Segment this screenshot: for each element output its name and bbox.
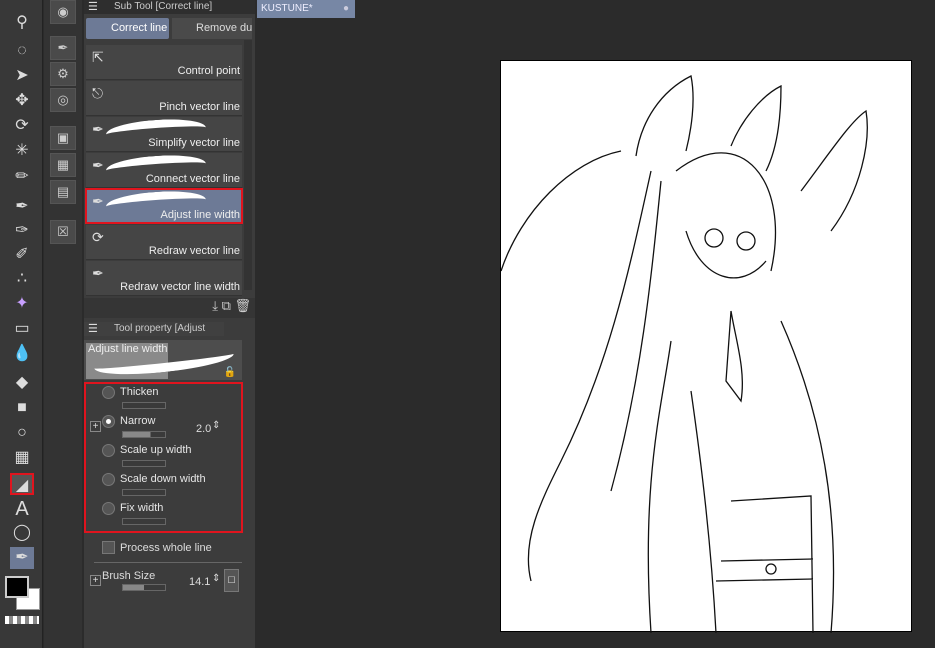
correct-line-group-icon[interactable]: ◉ bbox=[50, 0, 76, 24]
move-icon[interactable]: ✥ bbox=[10, 90, 34, 112]
pencil-icon[interactable]: ✑ bbox=[10, 220, 34, 242]
drawing-canvas[interactable] bbox=[500, 60, 912, 634]
subtool-simplify-vector-line[interactable]: ✒ Simplify vector line bbox=[86, 116, 242, 152]
expand-icon[interactable]: + bbox=[90, 575, 101, 586]
film-icon[interactable]: ▤ bbox=[50, 180, 76, 204]
scale-down-slider bbox=[122, 489, 166, 496]
redraw-width-icon: ✒ bbox=[92, 265, 104, 281]
menu-icon[interactable]: ☰ bbox=[88, 0, 98, 13]
brush-size-slider[interactable] bbox=[122, 584, 166, 591]
brush-icon[interactable]: ✐ bbox=[10, 244, 34, 266]
eraser-icon[interactable]: ▭ bbox=[10, 318, 34, 340]
balloon-icon[interactable]: ◯ bbox=[10, 522, 34, 544]
brush-size-label: Brush Size bbox=[102, 570, 156, 582]
correct-line-icon[interactable]: ◢ bbox=[10, 473, 34, 495]
subtool-panel: Sub Tool [Correct line] ☰ Correct line R… bbox=[84, 0, 255, 648]
subtool-pinch-vector-line[interactable]: ⎋ Pinch vector line bbox=[86, 81, 242, 116]
radio-fix-width[interactable] bbox=[102, 502, 115, 515]
duplicate-icon[interactable]: ⧉ bbox=[222, 298, 231, 313]
select-icon[interactable]: ◌ bbox=[10, 40, 34, 62]
stepper-icon[interactable]: ⇕ bbox=[212, 573, 220, 584]
control-point-icon: ⇱ bbox=[92, 49, 104, 65]
brush-icon: ✒ bbox=[92, 157, 104, 173]
grid-icon[interactable]: ▦ bbox=[50, 153, 76, 177]
menu-icon[interactable]: ☰ bbox=[88, 322, 98, 335]
foreground-color-swatch[interactable] bbox=[5, 576, 29, 598]
subtool-group-column: ◉ ✒ ⚙ ◎ ▣ ▦ ▤ ☒ bbox=[44, 0, 82, 648]
subtool-redraw-vector-line-width[interactable]: ✒ Redraw vector line width bbox=[86, 261, 242, 296]
document-tab[interactable]: KUSTUNE* ● bbox=[257, 0, 355, 18]
scale-up-slider bbox=[122, 460, 166, 467]
figure-icon[interactable]: ○ bbox=[10, 422, 34, 444]
thicken-slider bbox=[122, 402, 166, 409]
scrollbar[interactable] bbox=[244, 40, 252, 290]
subtool-footer: ⤓ ⧉ 🗑 bbox=[84, 298, 255, 318]
object-icon[interactable]: ➤ bbox=[10, 65, 34, 87]
radio-scale-down-width[interactable] bbox=[102, 473, 115, 486]
layer-icon[interactable]: ▣ bbox=[50, 126, 76, 150]
close-frame-icon[interactable]: ☒ bbox=[50, 220, 76, 244]
lasso-icon[interactable]: ⟳ bbox=[10, 115, 34, 137]
divider bbox=[94, 562, 242, 563]
close-tab-icon[interactable]: ● bbox=[343, 0, 349, 18]
group-remove-dust[interactable]: Remove du bbox=[172, 18, 252, 39]
subtool-header: Sub Tool [Correct line] bbox=[84, 0, 255, 14]
redraw-icon: ⟳ bbox=[92, 229, 104, 245]
radio-thicken[interactable] bbox=[102, 386, 115, 399]
subtool-redraw-vector-line[interactable]: ⟳ Redraw vector line bbox=[86, 225, 242, 260]
lock-icon[interactable]: 🔓 bbox=[224, 367, 236, 378]
pressure-button[interactable]: ☐ bbox=[224, 569, 239, 592]
eyedropper-icon[interactable]: ✏ bbox=[10, 166, 34, 188]
vector-group-icon[interactable]: ✒ bbox=[50, 36, 76, 60]
pinch-icon: ⎋ bbox=[92, 85, 104, 101]
transparent-color-swatch[interactable] bbox=[5, 616, 39, 624]
airbrush-icon[interactable]: ∴ bbox=[10, 268, 34, 290]
process-whole-line-checkbox[interactable] bbox=[102, 541, 115, 554]
stepper-icon[interactable]: ⇕ bbox=[212, 420, 220, 431]
ruler-group-icon[interactable]: ⚙ bbox=[50, 62, 76, 86]
blend-icon[interactable]: 💧 bbox=[10, 343, 34, 365]
frame-icon[interactable]: ▦ bbox=[10, 447, 34, 469]
fix-width-slider bbox=[122, 518, 166, 525]
tool-property-header: Tool property [Adjust bbox=[84, 322, 224, 336]
gradient-icon[interactable]: ■ bbox=[10, 397, 34, 419]
highlight-box bbox=[85, 188, 243, 224]
trash-icon[interactable]: 🗑 bbox=[234, 298, 251, 313]
current-subtool-icon[interactable]: ✒ bbox=[10, 547, 34, 569]
pen-icon[interactable]: ✒ bbox=[10, 196, 34, 218]
radio-scale-up-width[interactable] bbox=[102, 444, 115, 457]
narrow-slider[interactable] bbox=[122, 431, 166, 438]
text-icon[interactable]: A bbox=[10, 498, 34, 520]
tone-group-icon[interactable]: ◎ bbox=[50, 88, 76, 112]
tool-palette: ⚲ ◌ ➤ ✥ ⟳ ✳ ✏ ✒ ✑ ✐ ∴ ✦ ▭ 💧 ◆ ■ ○ ▦ ◢ A … bbox=[0, 0, 43, 648]
subtool-control-point[interactable]: ⇱ Control point bbox=[86, 45, 242, 80]
tool-preview: Adjust line width 🔓 bbox=[84, 340, 242, 380]
download-icon[interactable]: ⤓ bbox=[212, 298, 218, 313]
zoom-icon[interactable]: ⚲ bbox=[10, 12, 34, 34]
brush-icon: ✒ bbox=[92, 121, 104, 137]
expand-icon[interactable]: + bbox=[90, 421, 101, 432]
narrow-value[interactable]: 2.0 bbox=[196, 423, 211, 435]
fill-icon[interactable]: ◆ bbox=[10, 372, 34, 394]
decoration-icon[interactable]: ✦ bbox=[10, 293, 34, 315]
magic-wand-icon[interactable]: ✳ bbox=[10, 140, 34, 162]
line-art bbox=[500, 75, 868, 634]
process-whole-line-label: Process whole line bbox=[120, 542, 212, 554]
radio-narrow[interactable] bbox=[102, 415, 115, 428]
brush-size-value[interactable]: 14.1 bbox=[189, 576, 210, 588]
subtool-connect-vector-line[interactable]: ✒ Connect vector line bbox=[86, 152, 242, 188]
group-correct-line[interactable]: Correct line bbox=[86, 18, 169, 39]
